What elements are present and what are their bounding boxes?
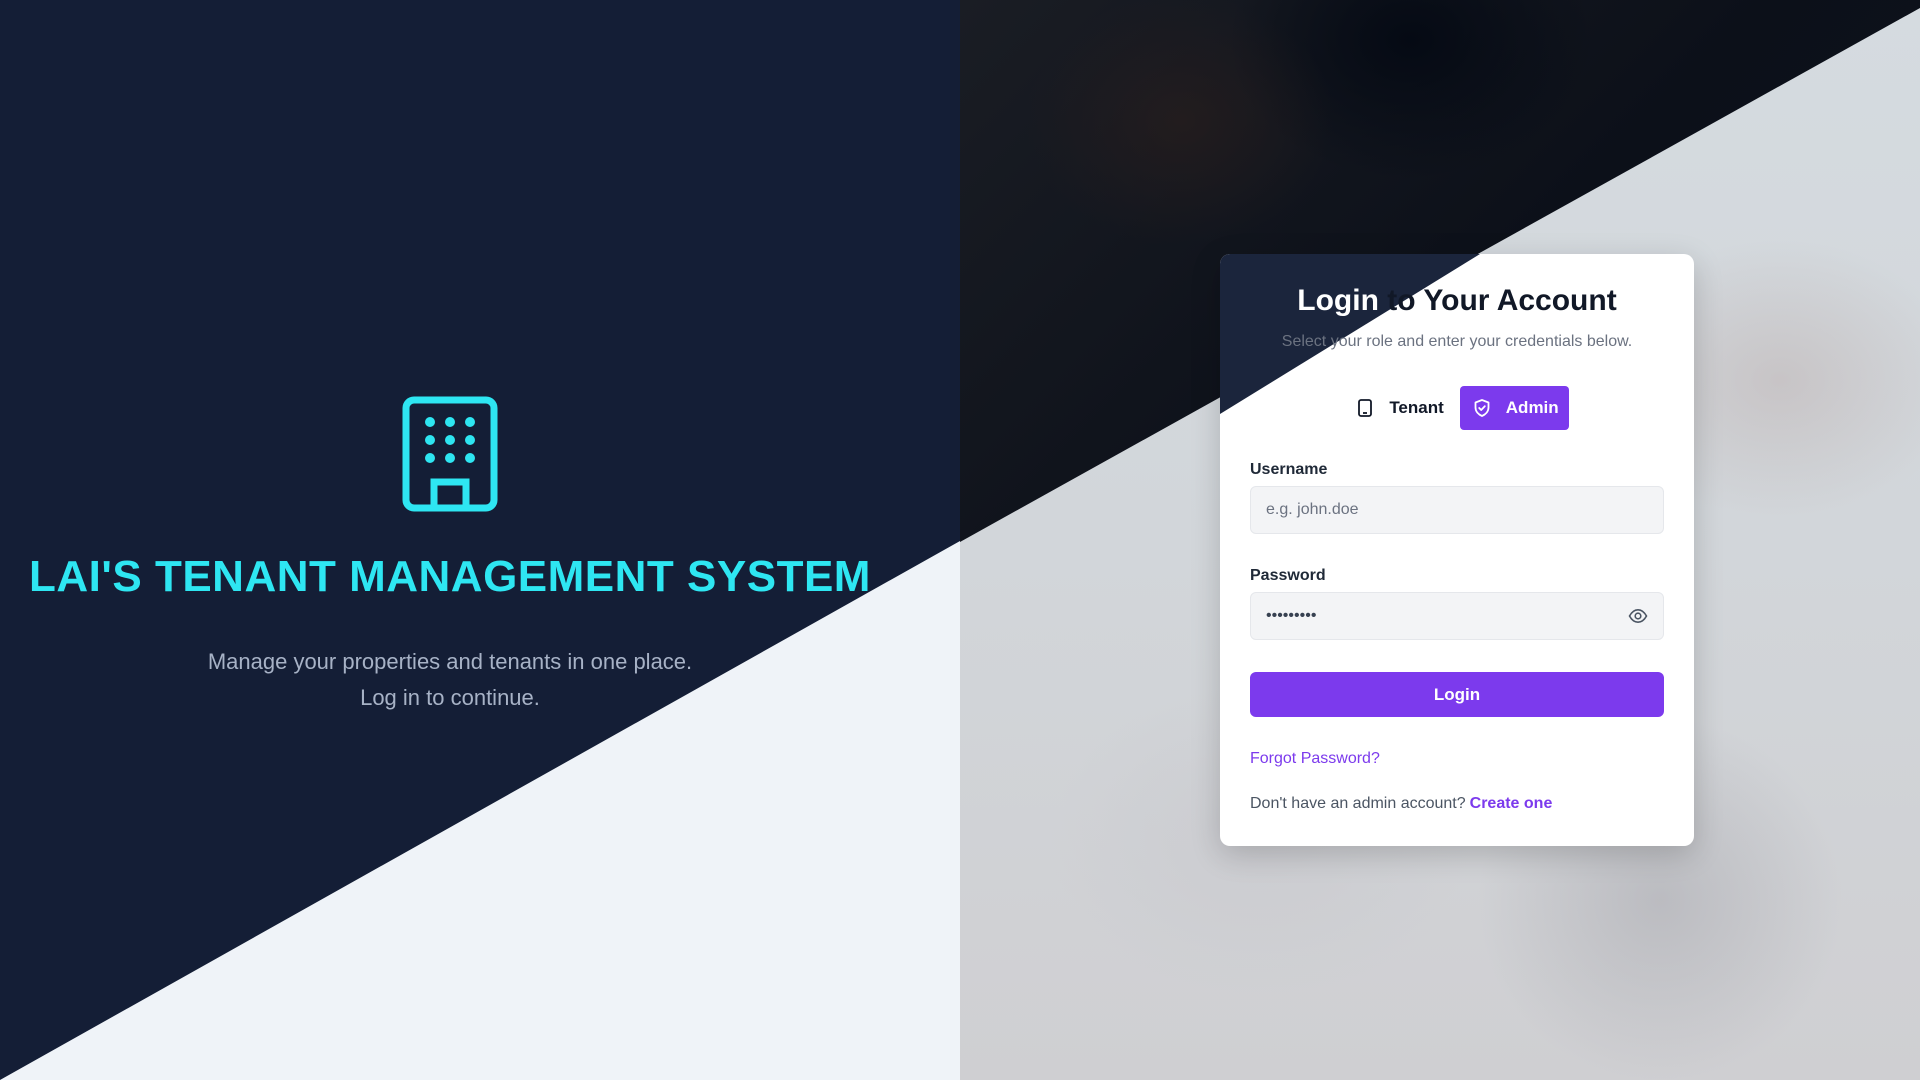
login-title-part-1: Login (1297, 284, 1379, 317)
login-form: Login to Your Account Select your role a… (1220, 254, 1694, 846)
username-input[interactable] (1266, 501, 1648, 519)
role-toggle: Tenant Admin (1220, 386, 1694, 430)
brand-subtitle-line-1: Manage your properties and tenants in on… (207, 649, 693, 674)
brand-block: LAI'S TENANT MANAGEMENT SYSTEM Manage yo… (0, 396, 900, 716)
password-field (1250, 592, 1664, 640)
brand-panel: LAI'S TENANT MANAGEMENT SYSTEM Manage yo… (0, 0, 960, 1080)
role-admin-label: Admin (1505, 398, 1559, 417)
role-tenant-label: Tenant (1389, 398, 1444, 417)
brand-title: LAI'S TENANT MANAGEMENT SYSTEM (29, 552, 871, 601)
eye-icon[interactable] (1628, 606, 1648, 626)
login-title: Login to Your Account (1220, 284, 1694, 318)
shield-check-icon (1474, 399, 1490, 417)
username-label: Username (1250, 461, 1328, 478)
username-field (1250, 486, 1664, 534)
login-card: Login to Your Account Select your role a… (1220, 254, 1694, 846)
building-icon (402, 396, 498, 512)
brand-subtitle: Manage your properties and tenants in on… (208, 644, 692, 716)
create-account-link[interactable]: Create one (1470, 795, 1553, 812)
signup-row: Don't have an admin account? Create one (1250, 795, 1552, 813)
password-label: Password (1250, 567, 1326, 584)
login-button[interactable]: Login (1250, 672, 1664, 717)
login-page: LAI'S TENANT MANAGEMENT SYSTEM Manage yo… (0, 0, 1920, 1080)
login-title-part-2: to Your Account (1378, 284, 1617, 317)
brand-subtitle-line-2: Log in to continue. (360, 685, 540, 710)
login-subtitle: Select your role and enter your credenti… (1281, 333, 1633, 350)
role-admin-button[interactable]: Admin (1459, 386, 1569, 430)
role-tenant-button[interactable]: Tenant (1345, 386, 1453, 430)
signup-prompt: Don't have an admin account? (1250, 795, 1466, 812)
forgot-password-link[interactable]: Forgot Password? (1250, 750, 1380, 768)
tablet-icon (1358, 399, 1373, 417)
password-input[interactable] (1266, 607, 1628, 625)
